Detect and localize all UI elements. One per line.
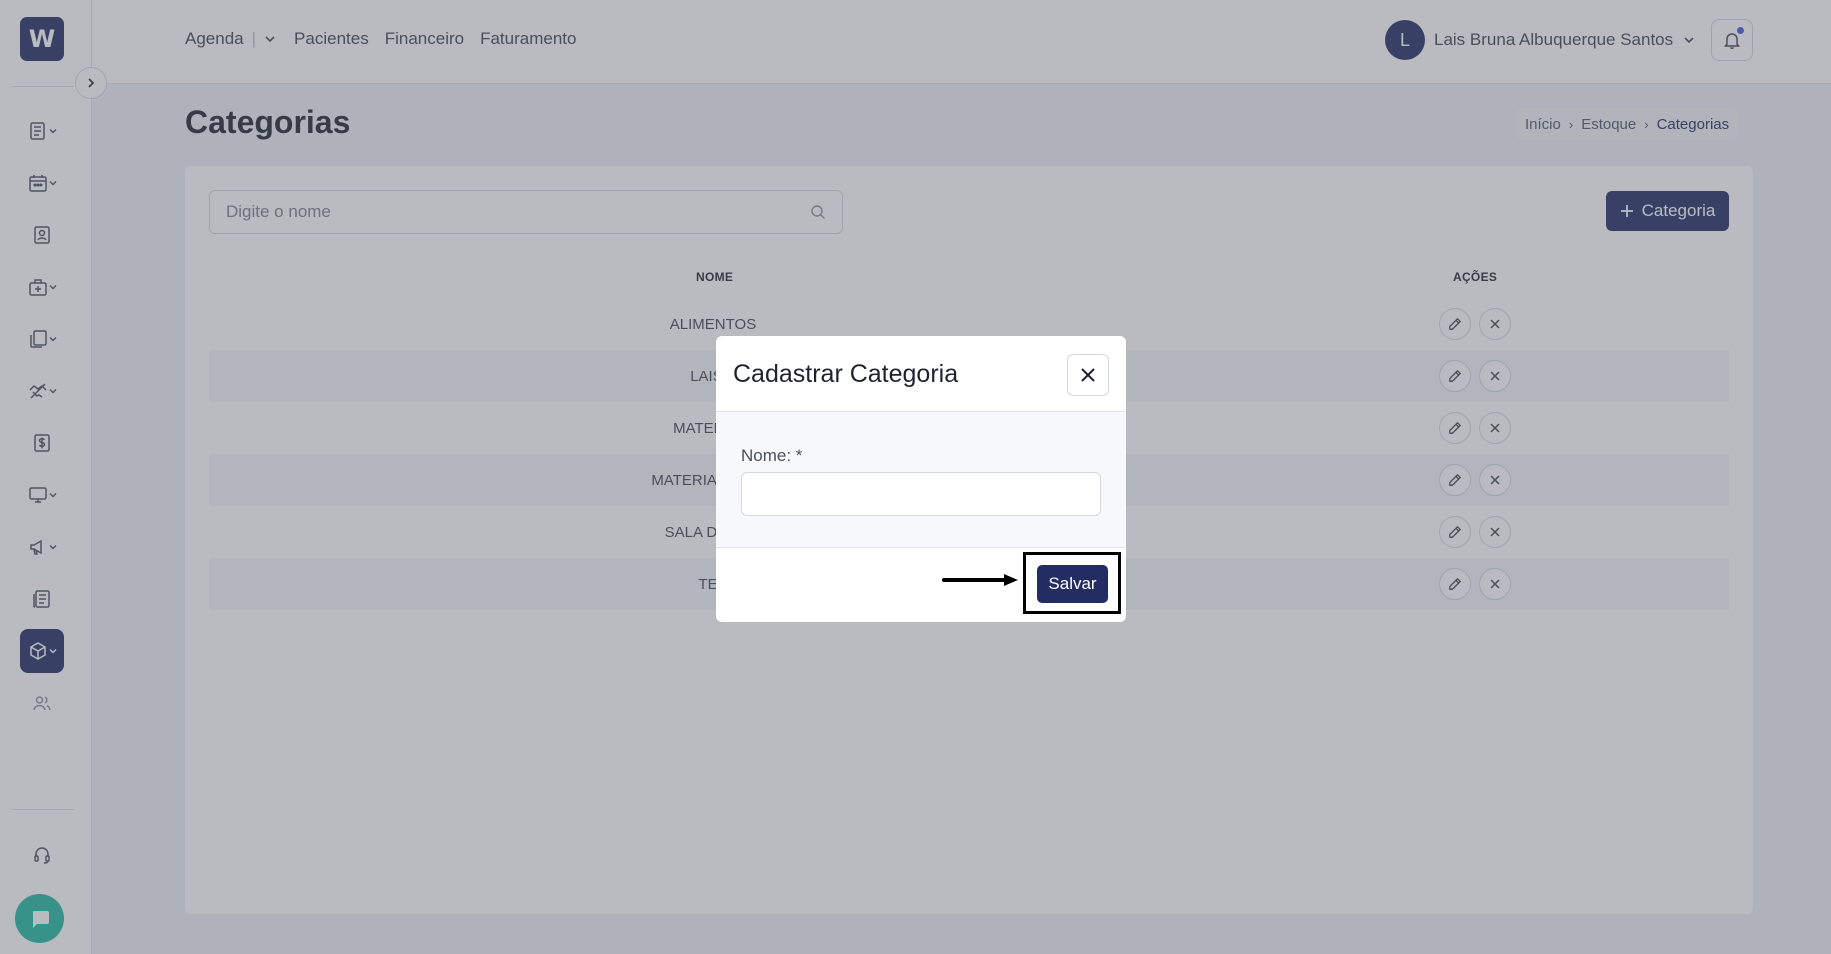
close-icon bbox=[1081, 368, 1095, 382]
modal-close-button[interactable] bbox=[1067, 354, 1109, 396]
arrow-annotation-icon bbox=[942, 574, 1018, 586]
modal-title: Cadastrar Categoria bbox=[733, 360, 959, 388]
name-field[interactable] bbox=[741, 472, 1101, 516]
modal-header: Cadastrar Categoria bbox=[716, 336, 1126, 412]
name-field-label: Nome: * bbox=[741, 446, 803, 465]
register-category-modal: Cadastrar Categoria Nome: * Salvar bbox=[716, 336, 1126, 622]
save-button[interactable]: Salvar bbox=[1037, 565, 1108, 603]
